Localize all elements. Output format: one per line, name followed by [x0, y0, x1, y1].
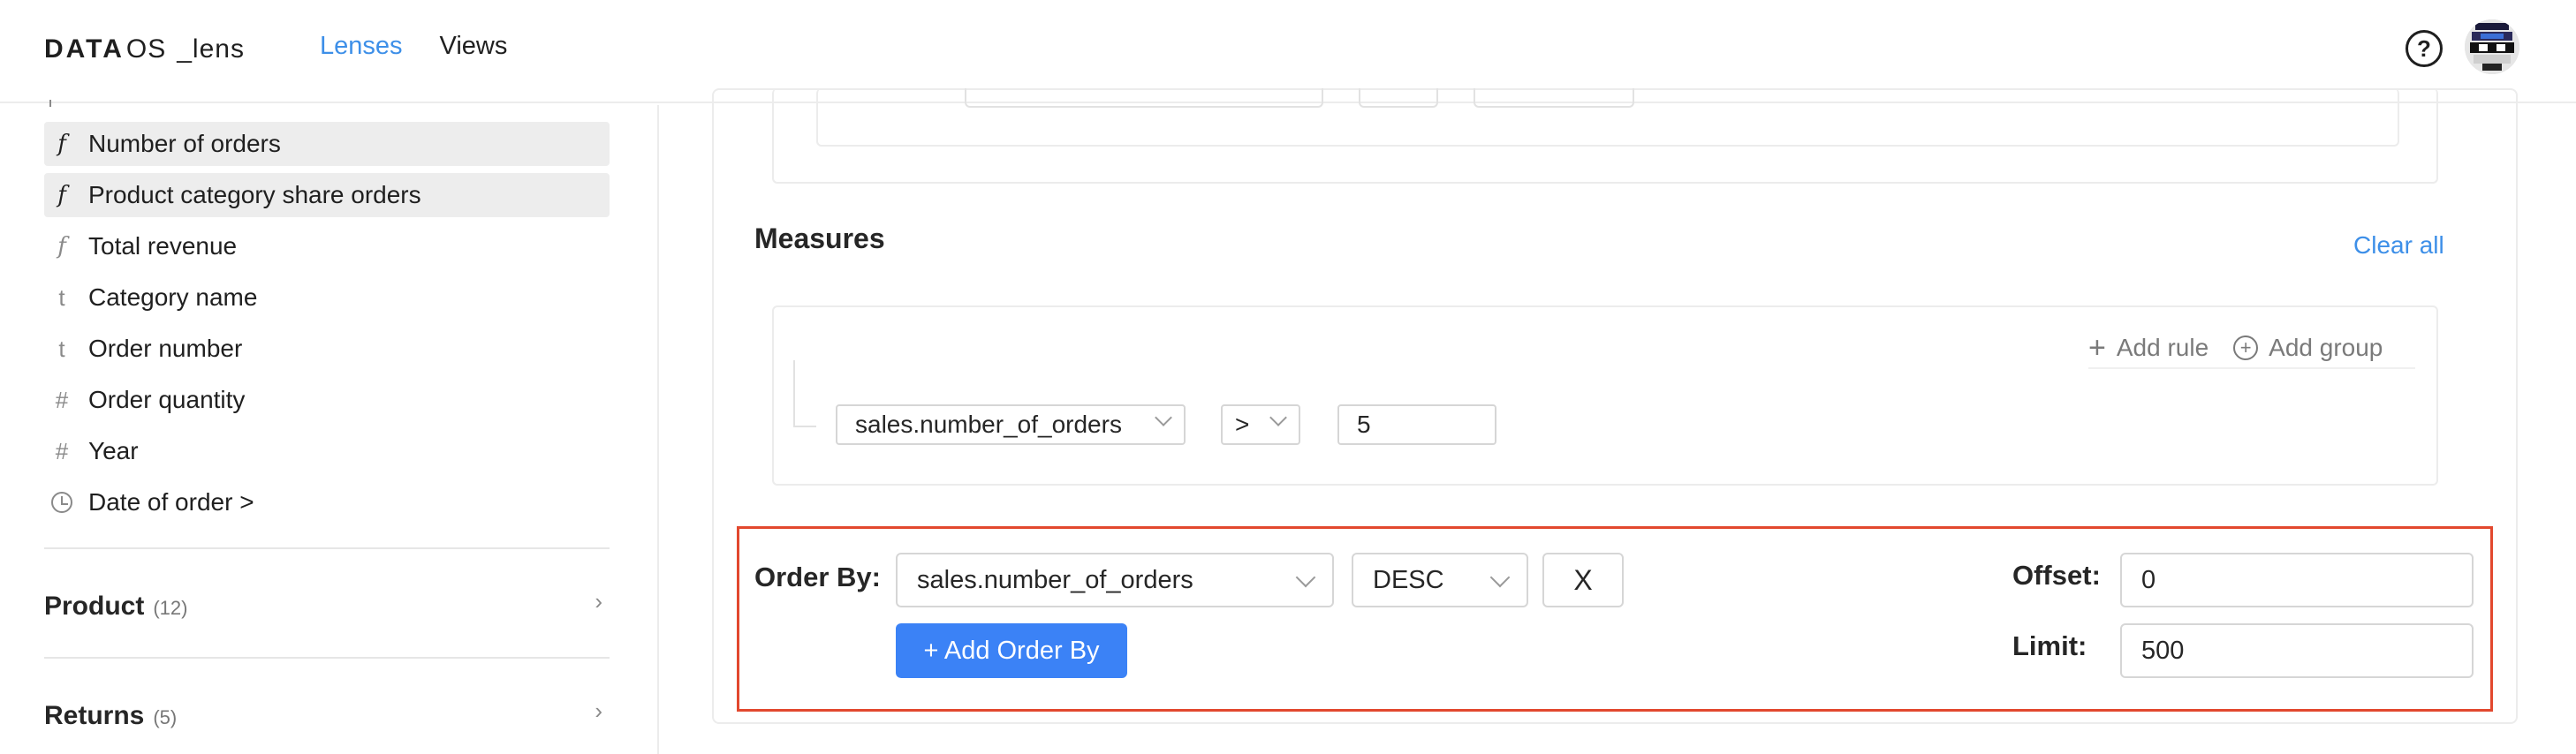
- offset-label: Offset:: [2012, 560, 2101, 591]
- offset-input[interactable]: 0: [2120, 553, 2474, 607]
- sidebar-group-returns[interactable]: Returns (5) ›: [44, 697, 610, 731]
- sidebar-item-label: Date of order >: [88, 488, 254, 516]
- measure-field-value: sales.number_of_orders: [855, 411, 1122, 438]
- sidebar-item-label: Order number: [88, 335, 243, 362]
- measure-value: 5: [1357, 411, 1371, 438]
- add-rule-label: Add rule: [2116, 334, 2209, 361]
- sidebar-item-order-number[interactable]: t Order number: [44, 327, 610, 371]
- help-icon[interactable]: ?: [2406, 30, 2443, 67]
- add-rule-button[interactable]: + Add rule: [2088, 333, 2209, 363]
- sidebar-group-product[interactable]: Product (12) ›: [44, 588, 610, 622]
- group-count: (5): [153, 706, 178, 728]
- order-by-direction-select[interactable]: DESC: [1352, 553, 1528, 607]
- measure-value-input[interactable]: 5: [1337, 404, 1496, 445]
- function-icon: f: [57, 233, 66, 260]
- remove-order-by-button[interactable]: X: [1542, 553, 1624, 607]
- group-name: Returns: [44, 701, 145, 730]
- rule-tree-connector: [793, 360, 816, 427]
- add-group-label: Add group: [2269, 334, 2383, 361]
- sidebar-item-date-of-order[interactable]: Date of order >: [44, 480, 610, 524]
- rule-actions: + Add rule + Add group: [2088, 328, 2415, 369]
- scrolled-operator: [1359, 88, 1438, 108]
- chevron-down-icon: [1269, 409, 1287, 426]
- order-by-field-select[interactable]: sales.number_of_orders: [896, 553, 1334, 607]
- function-icon: f: [57, 182, 66, 208]
- measures-title: Measures: [754, 222, 885, 254]
- number-type-icon: #: [55, 437, 69, 464]
- circle-plus-icon: +: [2233, 336, 2259, 360]
- scroll-hint: [49, 100, 55, 107]
- order-by-direction-value: DESC: [1373, 565, 1444, 594]
- clear-all-link[interactable]: Clear all: [2353, 231, 2444, 260]
- text-type-icon: t: [58, 335, 65, 362]
- logo-product: _lens: [177, 34, 245, 64]
- chevron-down-icon: [1295, 567, 1316, 588]
- sidebar-divider: [44, 657, 610, 659]
- limit-input[interactable]: 500: [2120, 623, 2474, 678]
- sidebar-item-label: Year: [88, 437, 139, 464]
- nav-lenses[interactable]: Lenses: [320, 32, 403, 61]
- measure-field-select[interactable]: sales.number_of_orders: [836, 404, 1186, 445]
- offset-value: 0: [2141, 565, 2156, 594]
- avatar[interactable]: [2465, 19, 2519, 74]
- plus-icon: +: [2088, 331, 2106, 365]
- add-group-button[interactable]: + Add group: [2233, 334, 2383, 362]
- sidebar-item-total-revenue[interactable]: f Total revenue: [44, 224, 610, 268]
- sidebar-item-year[interactable]: # Year: [44, 429, 610, 473]
- sidebar-item-label: Product category share orders: [88, 181, 421, 208]
- logo-os: OS: [125, 34, 167, 64]
- sidebar-item-number-of-orders[interactable]: f Number of orders: [44, 122, 610, 166]
- clock-icon: [51, 492, 72, 513]
- number-type-icon: #: [55, 386, 69, 413]
- nav-views[interactable]: Views: [440, 32, 508, 61]
- group-count: (12): [153, 597, 188, 619]
- measure-operator-select[interactable]: >: [1221, 404, 1300, 445]
- sidebar-item-product-category-share-orders[interactable]: f Product category share orders: [44, 173, 610, 217]
- measure-operator-value: >: [1235, 411, 1250, 438]
- sidebar-item-order-quantity[interactable]: # Order quantity: [44, 378, 610, 422]
- sidebar-item-label: Number of orders: [88, 130, 281, 157]
- sidebar-divider: [44, 547, 610, 549]
- chevron-right-icon: ›: [595, 588, 602, 615]
- sidebar-item-category-name[interactable]: t Category name: [44, 275, 610, 320]
- group-name: Product: [44, 592, 145, 621]
- logo-brand: DATA: [44, 34, 125, 64]
- main-nav: Lenses Views: [320, 32, 507, 61]
- function-icon: f: [57, 131, 66, 157]
- add-order-by-button[interactable]: + Add Order By: [896, 623, 1127, 678]
- sidebar-item-label: Total revenue: [88, 232, 238, 260]
- scrolled-field: [965, 88, 1323, 108]
- chevron-down-icon: [1489, 567, 1511, 588]
- chevron-down-icon: [1155, 409, 1172, 426]
- chevron-right-icon: ›: [595, 697, 602, 724]
- order-by-label: Order By:: [754, 562, 881, 592]
- text-type-icon: t: [58, 283, 65, 311]
- sidebar-item-label: Category name: [88, 283, 258, 311]
- sidebar-item-label: Order quantity: [88, 386, 246, 413]
- scrolled-value: [1474, 88, 1634, 108]
- limit-label: Limit:: [2012, 630, 2087, 661]
- order-by-field-value: sales.number_of_orders: [917, 565, 1193, 594]
- limit-value: 500: [2141, 636, 2185, 665]
- dataos-lens-logo[interactable]: DATA OS _lens: [44, 34, 245, 65]
